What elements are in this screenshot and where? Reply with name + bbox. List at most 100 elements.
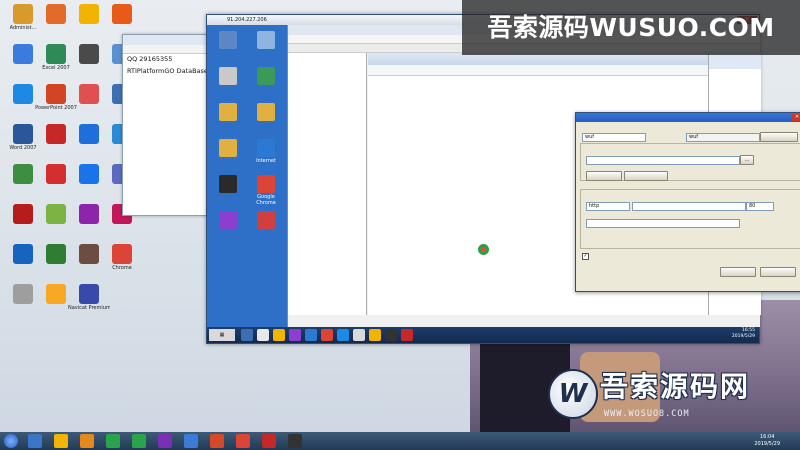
ok-button[interactable] [720,267,756,277]
app-icon[interactable] [257,103,275,121]
taskbar-app-icon[interactable] [289,329,301,341]
app-icon[interactable] [46,284,66,304]
app-icon[interactable] [219,175,237,193]
app-icon[interactable] [257,211,275,229]
remote-desktop-icon[interactable] [209,103,247,122]
add-website-dialog[interactable]: ✕ wuf wuf … http 80 ✓ [575,112,800,292]
ip-select[interactable] [632,202,746,211]
remote-desktop-icon[interactable] [247,211,285,230]
remote-desktop-icon[interactable] [247,31,285,50]
app-icon[interactable] [257,67,275,85]
app-icon[interactable] [13,44,33,64]
app-icon[interactable] [79,124,99,144]
taskbar-app-icon[interactable] [106,434,120,448]
app-icon[interactable] [13,164,33,184]
remote-desktop-icon[interactable] [209,139,247,158]
app-icon[interactable] [219,211,237,229]
taskbar-app-icon[interactable] [369,329,381,341]
app-icon[interactable] [219,139,237,157]
taskbar-app-icon[interactable] [184,434,198,448]
cancel-button[interactable] [760,267,796,277]
host-name-input[interactable] [586,219,740,228]
test-settings-button[interactable] [624,171,668,181]
app-icon[interactable] [13,244,33,264]
taskbar-app-icon[interactable] [257,329,269,341]
app-icon[interactable] [257,175,275,193]
app-icon[interactable] [257,31,275,49]
app-icon[interactable] [46,244,66,264]
taskbar-app-icon[interactable] [54,434,68,448]
app-icon[interactable] [13,284,33,304]
app-icon[interactable] [79,164,99,184]
app-icon[interactable] [79,284,99,304]
app-icon[interactable] [46,44,66,64]
app-icon[interactable] [13,204,33,224]
app-icon[interactable] [79,204,99,224]
app-icon[interactable] [46,124,66,144]
taskbar-app-icon[interactable] [158,434,172,448]
remote-desktop-icon[interactable]: Google Chrome [247,175,285,206]
local-taskbar: 16:04 2019/5/29 [0,432,800,450]
select-button[interactable] [760,132,798,142]
app-icon[interactable] [79,4,99,24]
app-icon[interactable] [112,244,132,264]
start-immediately-checkbox[interactable]: ✓ [582,253,589,260]
site-name-input[interactable]: wuf [582,133,646,142]
app-icon[interactable] [112,4,132,24]
app-icon[interactable] [46,84,66,104]
taskbar-app-icon[interactable] [241,329,253,341]
remote-desktop-icon[interactable] [209,175,247,194]
taskbar-app-icon[interactable] [28,434,42,448]
app-icon[interactable] [13,4,33,24]
taskbar-app-icon[interactable] [262,434,276,448]
app-icon[interactable] [219,103,237,121]
app-icon[interactable] [219,31,237,49]
remote-desktop-icon[interactable] [247,103,285,122]
remote-start-button[interactable]: ▦ [209,329,235,341]
checkbox-checked-icon[interactable]: ✓ [582,253,589,260]
action-header [709,61,761,69]
remote-desktop-window[interactable]: 91.204.227.206 ✕ InternetGoogle Chrome [206,14,800,344]
taskbar-app-icon[interactable] [321,329,333,341]
taskbar-app-icon[interactable] [353,329,365,341]
taskbar-app-icon[interactable] [401,329,413,341]
app-icon[interactable] [13,84,33,104]
desktop-icon[interactable]: Navicat Premium [68,282,110,324]
type-select[interactable]: http [586,202,630,211]
taskbar-app-icon[interactable] [236,434,250,448]
browse-button[interactable]: … [740,155,754,165]
remote-desktop-icon[interactable] [209,31,247,50]
remote-icon-label: Google Chrome [256,194,276,206]
taskbar-app-icon[interactable] [80,434,94,448]
taskbar-app-icon[interactable] [385,329,397,341]
remote-desktop-icon[interactable] [247,67,285,86]
port-input[interactable]: 80 [746,202,774,211]
remote-desktop-icon[interactable] [209,67,247,86]
app-icon[interactable] [219,67,237,85]
remote-desktop-icon[interactable]: Internet [247,139,285,164]
dialog-close-button[interactable]: ✕ [792,114,800,121]
sites-filter[interactable] [368,65,708,76]
taskbar-app-icon[interactable] [273,329,285,341]
app-icon[interactable] [79,44,99,64]
app-pool-input: wuf [686,133,760,142]
desktop-icon[interactable]: Chrome [101,242,143,284]
connect-as-button[interactable] [586,171,622,181]
app-icon[interactable] [13,124,33,144]
connections-tree[interactable] [288,53,367,315]
remote-desktop-icon[interactable] [209,211,247,230]
app-icon[interactable] [257,139,275,157]
taskbar-app-icon[interactable] [288,434,302,448]
app-icon[interactable] [46,204,66,224]
action-list[interactable] [709,53,761,69]
taskbar-app-icon[interactable] [337,329,349,341]
app-icon[interactable] [46,4,66,24]
app-icon[interactable] [79,84,99,104]
taskbar-app-icon[interactable] [305,329,317,341]
start-orb-icon[interactable] [4,434,18,448]
physical-path-input[interactable] [586,156,740,165]
taskbar-app-icon[interactable] [210,434,224,448]
taskbar-app-icon[interactable] [132,434,146,448]
app-icon[interactable] [46,164,66,184]
app-icon[interactable] [79,244,99,264]
